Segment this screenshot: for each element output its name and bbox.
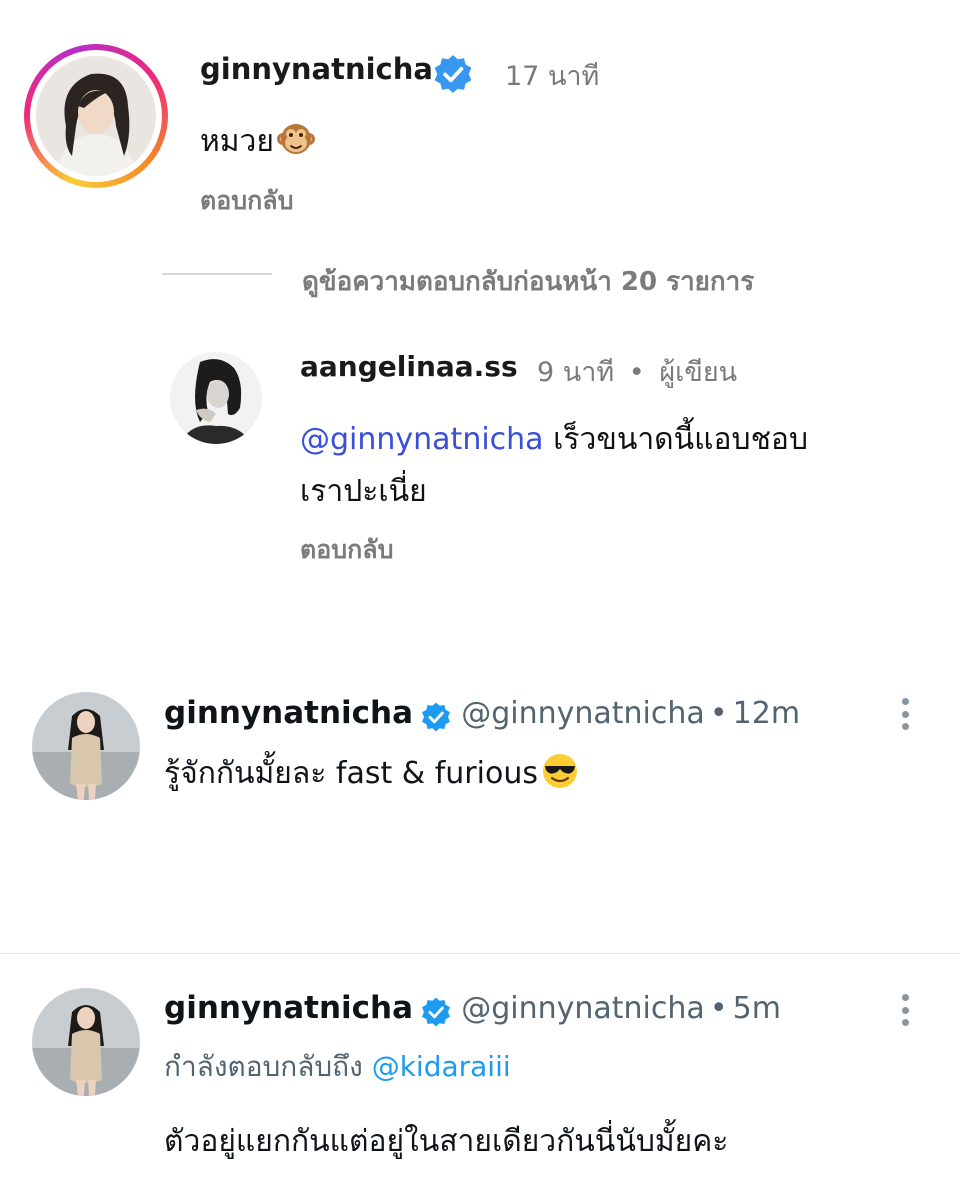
comment-text: หมวย	[200, 118, 316, 167]
tweet-author-name[interactable]: ginnynatnicha	[164, 990, 413, 1026]
tweet-divider	[0, 953, 960, 954]
replying-to-label: กำลังตอบกลับถึง	[164, 1050, 363, 1083]
reply-button[interactable]: ตอบกลับ	[200, 181, 293, 221]
view-previous-replies-button[interactable]: ดูข้อความตอบกลับก่อนหน้า 20 รายการ	[302, 261, 754, 302]
tweet-header: ginnynatnicha @ginnynatnicha • 5m	[164, 990, 781, 1032]
reply-text-line2: เราปะเนี่ย	[300, 474, 427, 509]
replies-divider	[162, 273, 272, 275]
meta-separator: •	[709, 696, 728, 731]
avatar	[36, 56, 156, 176]
smiling-face-with-sunglasses-icon	[540, 751, 580, 799]
avatar[interactable]	[170, 352, 262, 444]
verified-badge-icon	[432, 53, 474, 99]
tweet-text-body: รู้จักกันมั้ยละ fast & furious	[164, 756, 538, 791]
reply-text-line1: @ginnynatnicha เร็วขนาดนี้แอบชอบ	[300, 416, 808, 463]
reply-text-body: เร็วขนาดนี้แอบชอบ	[553, 422, 808, 457]
monkey-face-icon	[276, 119, 316, 167]
meta-separator: •	[709, 991, 728, 1026]
author-badge: ผู้เขียน	[659, 357, 738, 388]
avatar[interactable]	[32, 692, 140, 800]
more-options-icon[interactable]	[890, 990, 920, 1030]
mention-link[interactable]: @ginnynatnicha	[300, 422, 544, 457]
tweet-time[interactable]: 12m	[733, 696, 800, 731]
comment-text-body: หมวย	[200, 124, 274, 159]
reply-username[interactable]: aangelinaa.ss	[300, 350, 518, 383]
tweet-handle[interactable]: @ginnynatnicha	[461, 991, 705, 1026]
replying-to-link[interactable]: @kidaraiii	[372, 1050, 511, 1083]
verified-badge-icon	[420, 701, 452, 737]
comment-time: 17 นาที	[505, 61, 600, 92]
more-options-icon[interactable]	[890, 694, 920, 734]
tweet-handle[interactable]: @ginnynatnicha	[461, 696, 705, 731]
tweet-author-name[interactable]: ginnynatnicha	[164, 695, 413, 731]
story-ring-avatar[interactable]	[24, 44, 168, 188]
meta-separator: •	[628, 357, 645, 388]
reply-button[interactable]: ตอบกลับ	[300, 530, 393, 570]
tweet-text: ตัวอยู่แยกกันแต่อยู่ในสายเดียวกันนี่นับม…	[164, 1124, 729, 1159]
avatar[interactable]	[32, 988, 140, 1096]
verified-badge-icon	[420, 996, 452, 1032]
tweet-header: ginnynatnicha @ginnynatnicha • 12m	[164, 695, 800, 737]
reply-time: 9 นาที	[537, 357, 615, 388]
comment-username[interactable]: ginnynatnicha	[200, 52, 433, 86]
tweet-text: รู้จักกันมั้ยละ fast & furious	[164, 750, 580, 799]
tweet-time[interactable]: 5m	[733, 991, 781, 1026]
replying-to: กำลังตอบกลับถึง @kidaraiii	[164, 1045, 511, 1089]
reply-meta: 9 นาที • ผู้เขียน	[537, 350, 737, 393]
